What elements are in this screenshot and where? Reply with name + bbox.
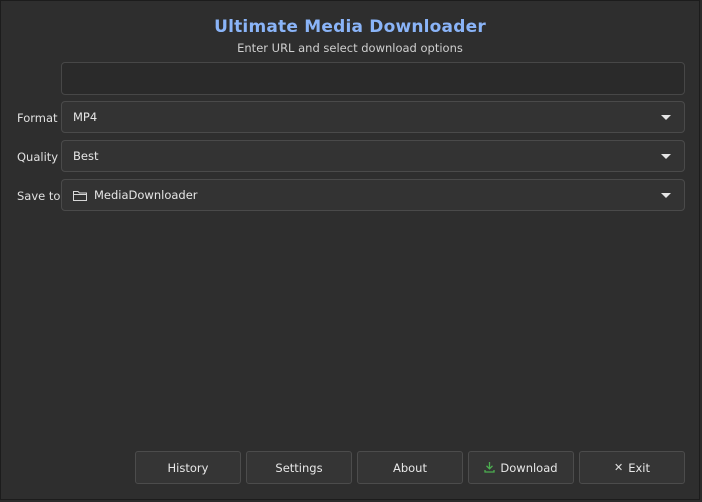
about-button[interactable]: About xyxy=(357,451,463,484)
settings-button-label: Settings xyxy=(275,460,323,475)
chevron-down-icon xyxy=(661,115,671,120)
folder-icon xyxy=(73,190,87,201)
save-to-label: Save to xyxy=(17,189,61,203)
app-window: Ultimate Media Downloader Enter URL and … xyxy=(0,0,700,500)
exit-button[interactable]: ✕ Exit xyxy=(579,451,685,484)
quality-select[interactable]: Best xyxy=(61,140,685,172)
format-label: Format xyxy=(17,111,58,125)
chevron-down-icon xyxy=(661,154,671,159)
action-buttons: History Settings About Download ✕ Exit xyxy=(135,451,685,484)
format-selected-value: MP4 xyxy=(73,110,98,124)
download-button-label: Download xyxy=(500,460,558,475)
chevron-down-icon xyxy=(661,193,671,198)
settings-button[interactable]: Settings xyxy=(246,451,352,484)
history-button-label: History xyxy=(167,460,209,475)
quality-selected-value: Best xyxy=(73,149,99,163)
app-title: Ultimate Media Downloader xyxy=(214,17,486,37)
app-subtitle: Enter URL and select download options xyxy=(237,41,463,55)
exit-button-label: Exit xyxy=(628,460,650,475)
download-button[interactable]: Download xyxy=(468,451,574,484)
url-input[interactable] xyxy=(61,62,685,95)
about-button-label: About xyxy=(392,460,427,475)
header: Ultimate Media Downloader Enter URL and … xyxy=(1,17,699,55)
close-icon: ✕ xyxy=(614,461,624,474)
save-to-selected-value: MediaDownloader xyxy=(94,188,198,202)
save-to-select[interactable]: MediaDownloader xyxy=(61,179,685,211)
download-icon xyxy=(484,461,496,475)
history-button[interactable]: History xyxy=(135,451,241,484)
format-select[interactable]: MP4 xyxy=(61,101,685,133)
quality-label: Quality xyxy=(17,150,59,164)
